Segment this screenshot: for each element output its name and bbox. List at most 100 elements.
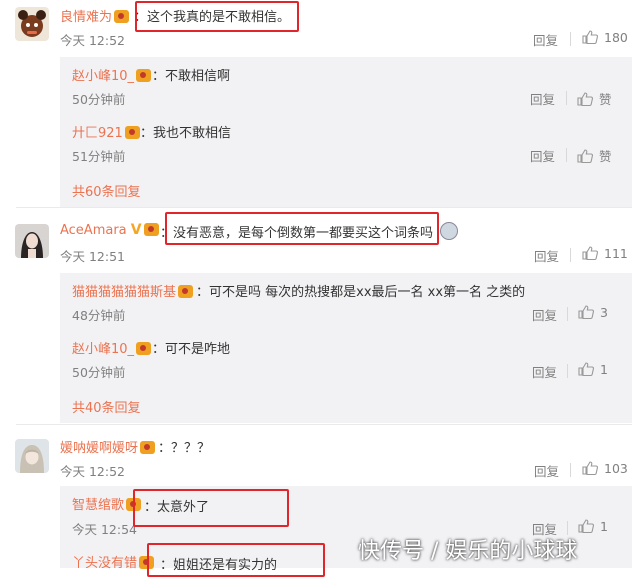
divider [570,248,571,262]
comment-time: 今天 12:52 [60,464,125,479]
thumbs-up-icon [582,461,598,475]
colon: ： [152,69,166,84]
like-count: 赞 [599,92,612,107]
verified-v-icon: V [130,222,142,238]
reply-content: 不敢相信啊 [165,69,231,84]
like-count: 1 [600,519,608,534]
username-text[interactable]: 丫头没有错 [72,556,137,571]
comment-text: ：？？？ [158,437,210,456]
thumbs-up-icon [582,246,598,260]
username-text[interactable]: 廾匚921 [72,126,123,141]
reply-thread: 猫猫猫猫猫猫斯基 ：可不是吗 每次的热搜都是xx最后一名 xx第一名 之类的 4… [60,273,632,423]
vip-badge-icon [136,342,152,355]
more-replies-link[interactable]: 共40条回复 [72,397,141,416]
username-text[interactable]: 媛呐媛啊媛呀 [60,441,138,456]
like-button[interactable]: 111 [582,246,628,261]
more-replies-link[interactable]: 共60条回复 [72,181,141,200]
comment-username[interactable]: AceAmara V [60,222,159,238]
colon: ： [140,126,154,141]
reply-button[interactable]: 回复 [533,30,558,49]
divider [570,463,571,477]
vip-badge-icon [140,441,156,454]
thumbs-up-icon [578,305,594,319]
avatar[interactable] [15,439,49,473]
highlight-box [147,543,325,577]
avatar[interactable] [15,7,49,41]
thumbs-up-icon [578,519,594,533]
highlight-box [165,212,439,245]
like-button[interactable]: 180 [582,30,628,45]
reply-button[interactable]: 回复 [534,461,559,480]
vip-badge-icon [114,10,130,23]
reply-time: 今天 12:54 [72,522,137,537]
reply-button[interactable]: 回复 [532,305,557,324]
emoji-icon [440,222,459,240]
colon: ： [152,342,166,357]
like-count: 赞 [599,149,612,164]
avatar[interactable] [15,224,49,258]
username-text[interactable]: 赵小峰10_ [72,342,134,357]
reply-username[interactable]: 赵小峰10_ [72,338,152,357]
highlight-box [135,1,299,32]
highlight-box [133,489,289,527]
vip-badge-icon [124,126,140,139]
divider [570,32,571,46]
comment-divider [16,207,632,208]
comment-username[interactable]: 媛呐媛啊媛呀 [60,437,156,456]
watermark: 快传号 / 娱乐的小球球 [358,539,578,564]
reply-username[interactable]: 丫头没有错 [72,552,155,571]
divider [567,307,568,321]
thumbs-up-icon [582,30,598,44]
reply-time: 50分钟前 [72,92,126,107]
divider [566,148,567,162]
like-count: 3 [600,305,608,320]
reply-button[interactable]: 回复 [530,89,555,108]
like-button[interactable]: 1 [578,362,608,377]
reply-username[interactable]: 智慧绾歌 [72,494,142,513]
divider [566,91,567,105]
like-count: 111 [604,246,628,261]
username-text[interactable]: 赵小峰10_ [72,69,134,84]
reply-content: 我也不敢相信 [153,126,232,141]
reply-username[interactable]: 赵小峰10_ [72,65,152,84]
like-count: 103 [604,461,628,476]
thumbs-up-icon [578,362,594,376]
reply-button[interactable]: 回复 [534,246,559,265]
reply-time: 48分钟前 [72,308,126,323]
like-button[interactable]: 赞 [577,89,612,108]
vip-badge-icon [136,69,152,82]
thumbs-up-icon [577,149,593,163]
username-text[interactable]: 智慧绾歌 [72,498,124,513]
like-button[interactable]: 1 [578,519,608,534]
reply-time: 50分钟前 [72,365,126,380]
reply-thread: 赵小峰10_ ：不敢相信啊 50分钟前 回复 赞 廾匚921 ：我也不敢相信 5… [60,57,632,207]
username-text[interactable]: 猫猫猫猫猫猫斯基 [72,285,176,300]
reply-text: ：我也不敢相信 [140,122,231,141]
vip-badge-icon [143,223,159,236]
reply-username[interactable]: 猫猫猫猫猫猫斯基 [72,281,194,300]
username-text[interactable]: 良情难为 [60,10,112,25]
divider [567,364,568,378]
like-count: 180 [604,30,628,45]
reply-text: ：可不是咋地 [152,338,230,357]
colon: ： [196,285,210,300]
reply-content: 可不是吗 每次的热搜都是xx最后一名 xx第一名 之类的 [209,285,526,300]
like-button[interactable]: 3 [578,305,608,320]
comment-content: ？？？ [171,441,211,456]
reply-text: ：可不是吗 每次的热搜都是xx最后一名 xx第一名 之类的 [196,281,525,300]
like-button[interactable]: 103 [582,461,628,476]
comment-divider [16,424,632,425]
comment-time: 今天 12:51 [60,249,125,264]
like-button[interactable]: 赞 [577,146,612,165]
username-text[interactable]: AceAmara [60,223,127,238]
reply-username[interactable]: 廾匚921 [72,122,140,141]
vip-badge-icon [178,285,194,298]
comment-time: 今天 12:52 [60,33,125,48]
reply-button[interactable]: 回复 [532,362,557,381]
colon: ： [158,441,172,456]
reply-time: 51分钟前 [72,149,126,164]
reply-button[interactable]: 回复 [530,146,555,165]
like-count: 1 [600,362,608,377]
comment-username[interactable]: 良情难为 [60,6,130,25]
thumbs-up-icon [577,92,593,106]
